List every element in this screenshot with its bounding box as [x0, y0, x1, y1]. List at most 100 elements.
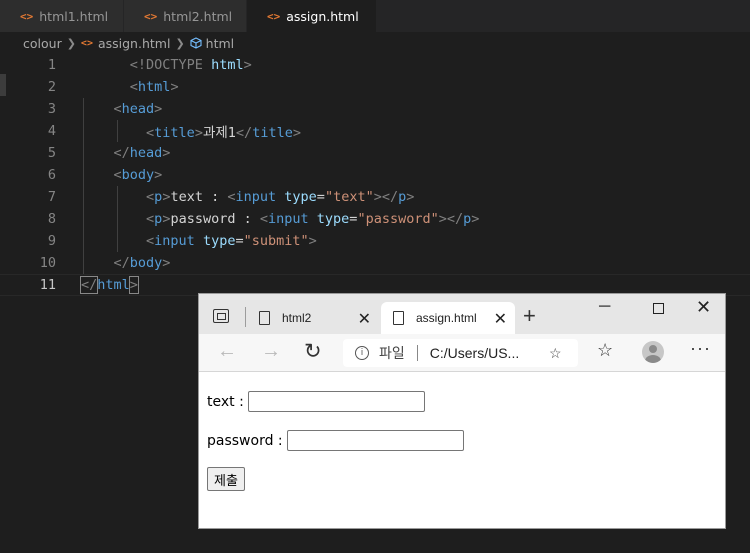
tag-name: head [129, 145, 163, 161]
html-file-icon: <> [267, 9, 281, 23]
tag-bracket: > [243, 57, 252, 73]
editor-tab-label: html1.html [39, 8, 109, 24]
tag-bracket: > [162, 255, 171, 271]
editor-tab-label: assign.html [286, 8, 359, 24]
maximize-icon[interactable] [653, 303, 664, 314]
info-icon[interactable]: i [355, 346, 369, 360]
close-tab-icon[interactable]: ✕ [358, 309, 371, 329]
tag-bracket: < [146, 211, 155, 227]
browser-tab-html2[interactable]: html2 ✕ [255, 302, 379, 334]
favorites-icon[interactable]: ☆ [597, 340, 613, 361]
code-line: 8 <p>password : <input type="password"><… [0, 208, 750, 230]
tag-bracket: < [146, 189, 155, 205]
line-number: 11 [39, 277, 56, 293]
divider [416, 345, 418, 361]
code-line: 9 <input type="submit"> [0, 230, 750, 252]
url-text[interactable]: C:/Users/US... [430, 345, 519, 361]
equals-sign: = [316, 189, 325, 205]
browser-title-bar: html2 ✕ assign.html ✕ + ─ ✕ [199, 294, 725, 334]
line-number: 8 [47, 211, 56, 227]
line-number: 1 [47, 57, 56, 73]
password-input[interactable] [286, 430, 464, 451]
close-window-icon[interactable]: ✕ [696, 297, 711, 318]
tag-name: title [154, 125, 195, 141]
browser-tab-assign[interactable]: assign.html ✕ [381, 302, 515, 334]
tag-bracket: > [292, 125, 301, 141]
tag-bracket: > [162, 145, 171, 161]
line-number: 9 [47, 233, 56, 249]
line-number: 5 [47, 145, 56, 161]
attribute-name: type [316, 211, 350, 227]
code-line: 6 <body> [0, 164, 750, 186]
add-favorite-icon[interactable]: ☆ [549, 345, 562, 362]
tag-bracket: > [194, 125, 203, 141]
tag-bracket: > [438, 211, 447, 227]
page-icon [393, 311, 404, 325]
attribute-name: type [284, 189, 317, 205]
code-line: 7 <p>text : <input type="text"></p> [0, 186, 750, 208]
editor-tab-html1[interactable]: <> html1.html [0, 0, 124, 32]
reload-icon[interactable]: ↻ [304, 339, 322, 364]
browser-tab-label: html2 [282, 311, 312, 325]
doctype-value: html [211, 57, 244, 73]
forward-arrow-icon[interactable]: → [261, 340, 281, 363]
editor-tab-label: html2.html [163, 8, 233, 24]
tag-name: body [129, 255, 163, 271]
tag-name: head [121, 101, 155, 117]
breadcrumb-folder[interactable]: colour [23, 36, 62, 51]
editor-tab-html2[interactable]: <> html2.html [124, 0, 247, 32]
site-info-label[interactable]: 파일 [379, 343, 405, 363]
tag-bracket: </ [113, 255, 130, 271]
new-tab-icon[interactable]: + [523, 303, 536, 329]
line-number: 10 [39, 255, 56, 271]
text-content: 과제1 [202, 125, 236, 141]
text-input[interactable] [247, 391, 425, 412]
tag-bracket: > [154, 101, 163, 117]
attribute-value: "password" [357, 211, 439, 227]
line-number: 3 [47, 101, 56, 117]
submit-button[interactable]: 제출 [207, 467, 245, 491]
tag-name: input [154, 233, 195, 249]
equals-sign: = [235, 233, 244, 249]
tag-name: html [137, 79, 171, 95]
tag-name: html [97, 277, 130, 293]
tag-bracket: > [471, 211, 480, 227]
back-arrow-icon[interactable]: ← [217, 340, 237, 363]
browser-tab-label: assign.html [416, 311, 477, 325]
code-line: 5 </head> [0, 142, 750, 164]
page-icon [259, 311, 270, 325]
profile-avatar[interactable] [642, 341, 664, 363]
tag-bracket-matched: > [128, 276, 139, 294]
tag-bracket: < [227, 189, 236, 205]
more-menu-icon[interactable]: ··· [690, 338, 711, 359]
tag-bracket: > [308, 233, 317, 249]
browser-window: html2 ✕ assign.html ✕ + ─ ✕ ← → ↻ i 파일 C… [198, 293, 726, 529]
tag-bracket: </ [381, 189, 399, 205]
browser-toolbar: ← → ↻ i 파일 C:/Users/US... ☆ ☆ ··· [199, 334, 725, 372]
tag-bracket: < [146, 125, 155, 141]
line-number: 7 [47, 189, 56, 205]
tag-bracket: < [113, 167, 122, 183]
tag-bracket: > [170, 79, 179, 95]
attribute-value: "submit" [243, 233, 309, 249]
chevron-right-icon: ❯ [66, 36, 76, 50]
text-content: text : [170, 189, 228, 205]
tag-bracket: </ [235, 125, 253, 141]
tab-actions-icon[interactable] [213, 309, 229, 323]
tag-name: title [252, 125, 293, 141]
text-content: password : [170, 211, 260, 227]
text-row: text : [207, 391, 425, 412]
attribute-value: "text" [324, 189, 374, 205]
password-label: password : [207, 432, 283, 449]
minimize-icon[interactable]: ─ [599, 298, 610, 316]
tag-bracket: < [129, 79, 138, 95]
tag-bracket-matched: </ [79, 276, 99, 294]
address-bar[interactable]: i 파일 C:/Users/US... [343, 339, 578, 367]
tag-bracket: > [406, 189, 415, 205]
code-line: 10 </body> [0, 252, 750, 274]
line-number: 4 [47, 123, 56, 139]
editor-tab-assign[interactable]: <> assign.html [247, 0, 377, 32]
tag-bracket: > [373, 189, 382, 205]
close-tab-icon[interactable]: ✕ [494, 309, 507, 329]
attribute-name: type [202, 233, 236, 249]
